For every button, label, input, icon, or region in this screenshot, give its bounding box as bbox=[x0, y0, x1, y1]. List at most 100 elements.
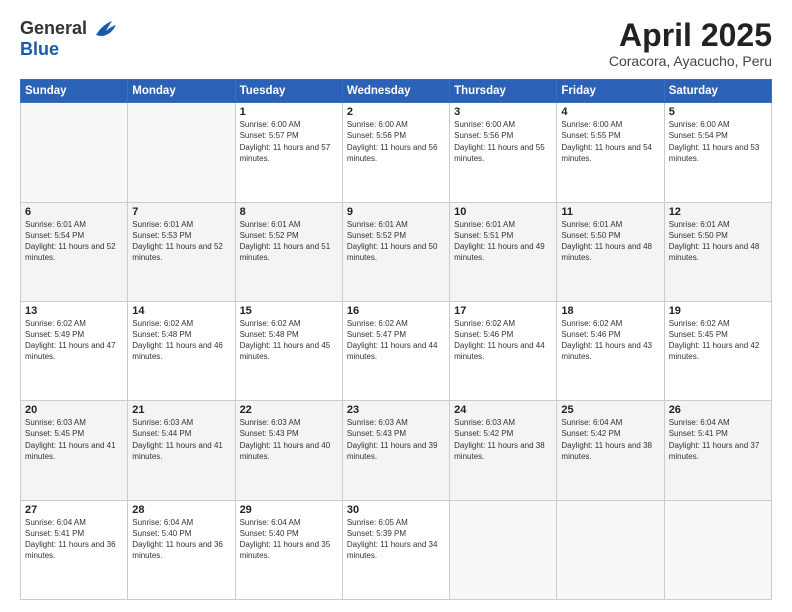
table-row: 3Sunrise: 6:00 AMSunset: 5:56 PMDaylight… bbox=[450, 103, 557, 202]
table-row: 21Sunrise: 6:03 AMSunset: 5:44 PMDayligh… bbox=[128, 401, 235, 500]
day-number: 9 bbox=[347, 206, 445, 218]
day-number: 16 bbox=[347, 305, 445, 317]
table-row: 23Sunrise: 6:03 AMSunset: 5:43 PMDayligh… bbox=[342, 401, 449, 500]
month-title: April 2025 bbox=[609, 18, 772, 53]
day-info: Sunrise: 6:04 AMSunset: 5:42 PMDaylight:… bbox=[561, 417, 659, 462]
day-info: Sunrise: 6:03 AMSunset: 5:43 PMDaylight:… bbox=[240, 417, 338, 462]
table-row: 9Sunrise: 6:01 AMSunset: 5:52 PMDaylight… bbox=[342, 202, 449, 301]
table-row: 2Sunrise: 6:00 AMSunset: 5:56 PMDaylight… bbox=[342, 103, 449, 202]
table-row: 28Sunrise: 6:04 AMSunset: 5:40 PMDayligh… bbox=[128, 500, 235, 599]
day-number: 26 bbox=[669, 404, 767, 416]
calendar-table: Sunday Monday Tuesday Wednesday Thursday… bbox=[20, 79, 772, 600]
day-info: Sunrise: 6:02 AMSunset: 5:46 PMDaylight:… bbox=[561, 318, 659, 363]
day-number: 19 bbox=[669, 305, 767, 317]
day-info: Sunrise: 6:04 AMSunset: 5:41 PMDaylight:… bbox=[25, 517, 123, 562]
day-info: Sunrise: 6:00 AMSunset: 5:54 PMDaylight:… bbox=[669, 119, 767, 164]
table-row: 12Sunrise: 6:01 AMSunset: 5:50 PMDayligh… bbox=[664, 202, 771, 301]
table-row: 16Sunrise: 6:02 AMSunset: 5:47 PMDayligh… bbox=[342, 301, 449, 400]
table-row: 24Sunrise: 6:03 AMSunset: 5:42 PMDayligh… bbox=[450, 401, 557, 500]
logo-bird-icon bbox=[92, 17, 120, 39]
day-info: Sunrise: 6:00 AMSunset: 5:57 PMDaylight:… bbox=[240, 119, 338, 164]
day-info: Sunrise: 6:04 AMSunset: 5:41 PMDaylight:… bbox=[669, 417, 767, 462]
logo: General Blue bbox=[20, 18, 120, 60]
day-info: Sunrise: 6:00 AMSunset: 5:56 PMDaylight:… bbox=[454, 119, 552, 164]
col-sunday: Sunday bbox=[21, 80, 128, 103]
table-row: 1Sunrise: 6:00 AMSunset: 5:57 PMDaylight… bbox=[235, 103, 342, 202]
title-block: April 2025 Coracora, Ayacucho, Peru bbox=[609, 18, 772, 69]
day-info: Sunrise: 6:01 AMSunset: 5:52 PMDaylight:… bbox=[240, 219, 338, 264]
day-info: Sunrise: 6:03 AMSunset: 5:44 PMDaylight:… bbox=[132, 417, 230, 462]
day-info: Sunrise: 6:02 AMSunset: 5:45 PMDaylight:… bbox=[669, 318, 767, 363]
day-number: 15 bbox=[240, 305, 338, 317]
day-info: Sunrise: 6:02 AMSunset: 5:48 PMDaylight:… bbox=[240, 318, 338, 363]
day-info: Sunrise: 6:02 AMSunset: 5:46 PMDaylight:… bbox=[454, 318, 552, 363]
day-info: Sunrise: 6:03 AMSunset: 5:42 PMDaylight:… bbox=[454, 417, 552, 462]
col-friday: Friday bbox=[557, 80, 664, 103]
day-number: 22 bbox=[240, 404, 338, 416]
col-thursday: Thursday bbox=[450, 80, 557, 103]
col-saturday: Saturday bbox=[664, 80, 771, 103]
table-row: 5Sunrise: 6:00 AMSunset: 5:54 PMDaylight… bbox=[664, 103, 771, 202]
day-number: 20 bbox=[25, 404, 123, 416]
col-monday: Monday bbox=[128, 80, 235, 103]
day-number: 8 bbox=[240, 206, 338, 218]
day-info: Sunrise: 6:00 AMSunset: 5:55 PMDaylight:… bbox=[561, 119, 659, 164]
day-number: 12 bbox=[669, 206, 767, 218]
day-info: Sunrise: 6:04 AMSunset: 5:40 PMDaylight:… bbox=[240, 517, 338, 562]
day-number: 18 bbox=[561, 305, 659, 317]
table-row: 14Sunrise: 6:02 AMSunset: 5:48 PMDayligh… bbox=[128, 301, 235, 400]
logo-blue-text: Blue bbox=[20, 39, 59, 60]
table-row: 17Sunrise: 6:02 AMSunset: 5:46 PMDayligh… bbox=[450, 301, 557, 400]
day-number: 29 bbox=[240, 504, 338, 516]
table-row: 15Sunrise: 6:02 AMSunset: 5:48 PMDayligh… bbox=[235, 301, 342, 400]
subtitle: Coracora, Ayacucho, Peru bbox=[609, 53, 772, 69]
logo-general-text: General bbox=[20, 18, 87, 39]
day-number: 17 bbox=[454, 305, 552, 317]
table-row: 11Sunrise: 6:01 AMSunset: 5:50 PMDayligh… bbox=[557, 202, 664, 301]
day-number: 4 bbox=[561, 106, 659, 118]
table-row bbox=[664, 500, 771, 599]
day-number: 6 bbox=[25, 206, 123, 218]
col-tuesday: Tuesday bbox=[235, 80, 342, 103]
table-row: 6Sunrise: 6:01 AMSunset: 5:54 PMDaylight… bbox=[21, 202, 128, 301]
day-info: Sunrise: 6:01 AMSunset: 5:50 PMDaylight:… bbox=[669, 219, 767, 264]
day-info: Sunrise: 6:03 AMSunset: 5:45 PMDaylight:… bbox=[25, 417, 123, 462]
day-number: 28 bbox=[132, 504, 230, 516]
day-number: 11 bbox=[561, 206, 659, 218]
table-row: 4Sunrise: 6:00 AMSunset: 5:55 PMDaylight… bbox=[557, 103, 664, 202]
table-row: 10Sunrise: 6:01 AMSunset: 5:51 PMDayligh… bbox=[450, 202, 557, 301]
page: General Blue April 2025 Coracora, Ayacuc… bbox=[0, 0, 792, 612]
day-number: 23 bbox=[347, 404, 445, 416]
day-number: 14 bbox=[132, 305, 230, 317]
day-info: Sunrise: 6:00 AMSunset: 5:56 PMDaylight:… bbox=[347, 119, 445, 164]
day-number: 2 bbox=[347, 106, 445, 118]
table-row bbox=[21, 103, 128, 202]
calendar-header-row: Sunday Monday Tuesday Wednesday Thursday… bbox=[21, 80, 772, 103]
day-info: Sunrise: 6:02 AMSunset: 5:48 PMDaylight:… bbox=[132, 318, 230, 363]
day-number: 24 bbox=[454, 404, 552, 416]
day-number: 30 bbox=[347, 504, 445, 516]
table-row: 25Sunrise: 6:04 AMSunset: 5:42 PMDayligh… bbox=[557, 401, 664, 500]
day-info: Sunrise: 6:01 AMSunset: 5:50 PMDaylight:… bbox=[561, 219, 659, 264]
day-info: Sunrise: 6:02 AMSunset: 5:49 PMDaylight:… bbox=[25, 318, 123, 363]
table-row: 22Sunrise: 6:03 AMSunset: 5:43 PMDayligh… bbox=[235, 401, 342, 500]
day-info: Sunrise: 6:01 AMSunset: 5:53 PMDaylight:… bbox=[132, 219, 230, 264]
table-row: 18Sunrise: 6:02 AMSunset: 5:46 PMDayligh… bbox=[557, 301, 664, 400]
table-row: 13Sunrise: 6:02 AMSunset: 5:49 PMDayligh… bbox=[21, 301, 128, 400]
table-row: 29Sunrise: 6:04 AMSunset: 5:40 PMDayligh… bbox=[235, 500, 342, 599]
day-info: Sunrise: 6:01 AMSunset: 5:51 PMDaylight:… bbox=[454, 219, 552, 264]
day-info: Sunrise: 6:02 AMSunset: 5:47 PMDaylight:… bbox=[347, 318, 445, 363]
day-number: 1 bbox=[240, 106, 338, 118]
day-info: Sunrise: 6:01 AMSunset: 5:52 PMDaylight:… bbox=[347, 219, 445, 264]
day-number: 3 bbox=[454, 106, 552, 118]
table-row: 20Sunrise: 6:03 AMSunset: 5:45 PMDayligh… bbox=[21, 401, 128, 500]
header: General Blue April 2025 Coracora, Ayacuc… bbox=[20, 18, 772, 69]
day-info: Sunrise: 6:03 AMSunset: 5:43 PMDaylight:… bbox=[347, 417, 445, 462]
day-number: 7 bbox=[132, 206, 230, 218]
table-row bbox=[557, 500, 664, 599]
day-number: 5 bbox=[669, 106, 767, 118]
day-number: 25 bbox=[561, 404, 659, 416]
table-row: 8Sunrise: 6:01 AMSunset: 5:52 PMDaylight… bbox=[235, 202, 342, 301]
table-row: 26Sunrise: 6:04 AMSunset: 5:41 PMDayligh… bbox=[664, 401, 771, 500]
day-info: Sunrise: 6:04 AMSunset: 5:40 PMDaylight:… bbox=[132, 517, 230, 562]
